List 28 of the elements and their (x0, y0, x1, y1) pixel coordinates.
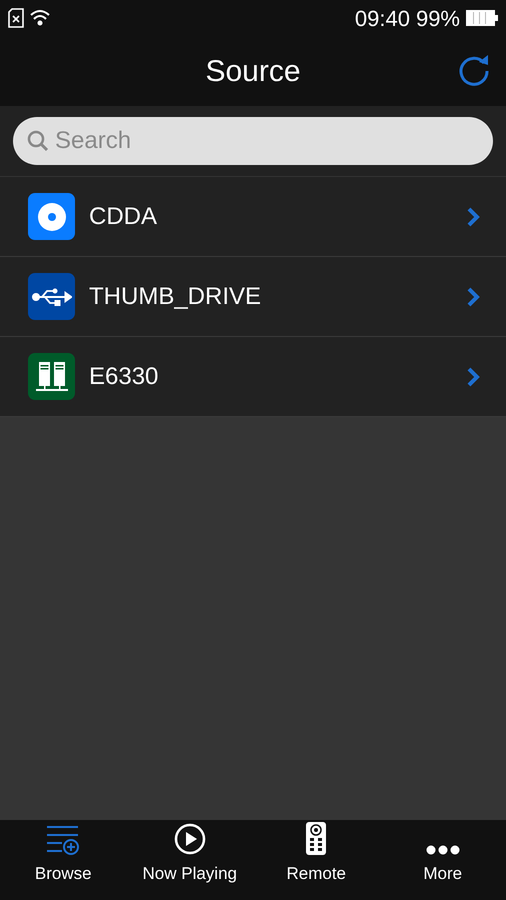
sim-card-icon (8, 8, 24, 28)
search-icon (27, 130, 49, 152)
server-icon (34, 360, 68, 392)
usb-icon (32, 286, 72, 306)
tab-bar-item[interactable]: More (380, 820, 506, 900)
refresh-icon (457, 53, 491, 87)
source-list-item[interactable]: E6330 (0, 337, 506, 417)
play-icon (174, 822, 206, 854)
source-name: E6330 (89, 362, 160, 392)
chevron-right-icon (466, 366, 480, 386)
chevron-right-icon (466, 206, 480, 226)
wifi-icon (30, 9, 50, 27)
tab-bar-item[interactable]: Now Playing (126, 820, 253, 900)
battery-icon (466, 10, 498, 26)
more-icon (426, 844, 460, 854)
tab-bar-item[interactable]: Remote (253, 820, 380, 900)
source-list-item[interactable]: CDDA (0, 177, 506, 257)
tab-bar-item[interactable]: Browse (0, 820, 126, 900)
search-field[interactable]: Search (13, 117, 493, 165)
source-name: THUMB_DRIVE (89, 282, 262, 312)
chevron-right-icon (466, 286, 480, 306)
list-add-icon (46, 824, 80, 854)
page-title: Source (205, 54, 301, 90)
source-name: CDDA (89, 202, 158, 232)
disc-icon (36, 202, 66, 232)
clock-time: 09:40 (354, 4, 410, 32)
battery-percent: 99% (416, 4, 460, 32)
source-list-item[interactable]: THUMB_DRIVE (0, 257, 506, 337)
